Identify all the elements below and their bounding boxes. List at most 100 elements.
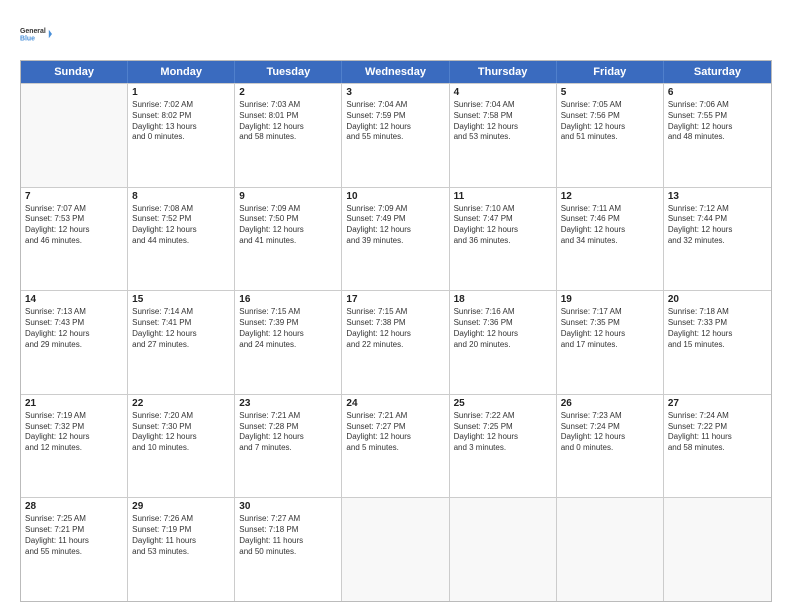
day-number: 23 [239, 398, 337, 409]
day-info: Sunrise: 7:25 AMSunset: 7:21 PMDaylight:… [25, 514, 123, 557]
day-info: Sunrise: 7:09 AMSunset: 7:49 PMDaylight:… [346, 204, 444, 247]
empty-cell [342, 498, 449, 601]
day-cell-5: 5 Sunrise: 7:05 AMSunset: 7:56 PMDaylight… [557, 84, 664, 187]
calendar-week-4: 21 Sunrise: 7:19 AMSunset: 7:32 PMDayligh… [21, 394, 771, 498]
day-number: 16 [239, 294, 337, 305]
day-cell-20: 20 Sunrise: 7:18 AMSunset: 7:33 PMDayligh… [664, 291, 771, 394]
day-info: Sunrise: 7:24 AMSunset: 7:22 PMDaylight:… [668, 411, 767, 454]
day-cell-18: 18 Sunrise: 7:16 AMSunset: 7:36 PMDayligh… [450, 291, 557, 394]
day-cell-21: 21 Sunrise: 7:19 AMSunset: 7:32 PMDayligh… [21, 395, 128, 498]
day-number: 6 [668, 87, 767, 98]
day-number: 21 [25, 398, 123, 409]
day-cell-2: 2 Sunrise: 7:03 AMSunset: 8:01 PMDaylight… [235, 84, 342, 187]
header-day-tuesday: Tuesday [235, 61, 342, 83]
day-number: 22 [132, 398, 230, 409]
day-number: 2 [239, 87, 337, 98]
day-info: Sunrise: 7:03 AMSunset: 8:01 PMDaylight:… [239, 100, 337, 143]
day-info: Sunrise: 7:21 AMSunset: 7:27 PMDaylight:… [346, 411, 444, 454]
calendar-week-1: 1 Sunrise: 7:02 AMSunset: 8:02 PMDaylight… [21, 83, 771, 187]
day-cell-29: 29 Sunrise: 7:26 AMSunset: 7:19 PMDayligh… [128, 498, 235, 601]
day-number: 19 [561, 294, 659, 305]
day-number: 26 [561, 398, 659, 409]
day-info: Sunrise: 7:02 AMSunset: 8:02 PMDaylight:… [132, 100, 230, 143]
day-info: Sunrise: 7:10 AMSunset: 7:47 PMDaylight:… [454, 204, 552, 247]
day-cell-25: 25 Sunrise: 7:22 AMSunset: 7:25 PMDayligh… [450, 395, 557, 498]
day-cell-24: 24 Sunrise: 7:21 AMSunset: 7:27 PMDayligh… [342, 395, 449, 498]
day-number: 10 [346, 191, 444, 202]
empty-cell [21, 84, 128, 187]
day-cell-27: 27 Sunrise: 7:24 AMSunset: 7:22 PMDayligh… [664, 395, 771, 498]
day-number: 8 [132, 191, 230, 202]
day-cell-10: 10 Sunrise: 7:09 AMSunset: 7:49 PMDayligh… [342, 188, 449, 291]
logo-svg: General Blue [20, 18, 52, 50]
day-info: Sunrise: 7:14 AMSunset: 7:41 PMDaylight:… [132, 307, 230, 350]
day-cell-8: 8Sunrise: 7:08 AMSunset: 7:52 PMDaylight… [128, 188, 235, 291]
day-number: 1 [132, 87, 230, 98]
day-number: 13 [668, 191, 767, 202]
header-day-thursday: Thursday [450, 61, 557, 83]
empty-cell [664, 498, 771, 601]
day-info: Sunrise: 7:21 AMSunset: 7:28 PMDaylight:… [239, 411, 337, 454]
day-info: Sunrise: 7:11 AMSunset: 7:46 PMDaylight:… [561, 204, 659, 247]
day-info: Sunrise: 7:20 AMSunset: 7:30 PMDaylight:… [132, 411, 230, 454]
day-info: Sunrise: 7:17 AMSunset: 7:35 PMDaylight:… [561, 307, 659, 350]
header-day-friday: Friday [557, 61, 664, 83]
header-day-sunday: Sunday [21, 61, 128, 83]
header-day-wednesday: Wednesday [342, 61, 449, 83]
svg-text:Blue: Blue [20, 35, 35, 42]
day-cell-30: 30Sunrise: 7:27 AMSunset: 7:18 PMDayligh… [235, 498, 342, 601]
day-cell-22: 22 Sunrise: 7:20 AMSunset: 7:30 PMDayligh… [128, 395, 235, 498]
page: General Blue SundayMondayTuesdayWednesda… [0, 0, 792, 612]
calendar: SundayMondayTuesdayWednesdayThursdayFrid… [20, 60, 772, 602]
day-number: 18 [454, 294, 552, 305]
day-number: 20 [668, 294, 767, 305]
day-info: Sunrise: 7:12 AMSunset: 7:44 PMDaylight:… [668, 204, 767, 247]
day-cell-1: 1 Sunrise: 7:02 AMSunset: 8:02 PMDaylight… [128, 84, 235, 187]
calendar-week-2: 7 Sunrise: 7:07 AMSunset: 7:53 PMDaylight… [21, 187, 771, 291]
day-cell-12: 12Sunrise: 7:11 AMSunset: 7:46 PMDayligh… [557, 188, 664, 291]
day-number: 25 [454, 398, 552, 409]
day-info: Sunrise: 7:22 AMSunset: 7:25 PMDaylight:… [454, 411, 552, 454]
day-number: 3 [346, 87, 444, 98]
day-cell-19: 19 Sunrise: 7:17 AMSunset: 7:35 PMDayligh… [557, 291, 664, 394]
calendar-header: SundayMondayTuesdayWednesdayThursdayFrid… [21, 61, 771, 83]
day-info: Sunrise: 7:19 AMSunset: 7:32 PMDaylight:… [25, 411, 123, 454]
day-info: Sunrise: 7:26 AMSunset: 7:19 PMDaylight:… [132, 514, 230, 557]
day-number: 15 [132, 294, 230, 305]
day-cell-13: 13 Sunrise: 7:12 AMSunset: 7:44 PMDayligh… [664, 188, 771, 291]
day-number: 28 [25, 501, 123, 512]
day-number: 7 [25, 191, 123, 202]
day-number: 24 [346, 398, 444, 409]
day-info: Sunrise: 7:09 AMSunset: 7:50 PMDaylight:… [239, 204, 337, 247]
day-info: Sunrise: 7:27 AMSunset: 7:18 PMDaylight:… [239, 514, 337, 557]
day-cell-14: 14Sunrise: 7:13 AMSunset: 7:43 PMDayligh… [21, 291, 128, 394]
day-cell-23: 23 Sunrise: 7:21 AMSunset: 7:28 PMDayligh… [235, 395, 342, 498]
day-number: 29 [132, 501, 230, 512]
day-number: 11 [454, 191, 552, 202]
day-info: Sunrise: 7:13 AMSunset: 7:43 PMDaylight:… [25, 307, 123, 350]
svg-text:General: General [20, 28, 46, 35]
logo: General Blue [20, 18, 52, 50]
day-cell-6: 6Sunrise: 7:06 AMSunset: 7:55 PMDaylight… [664, 84, 771, 187]
calendar-body: 1 Sunrise: 7:02 AMSunset: 8:02 PMDaylight… [21, 83, 771, 601]
header-day-monday: Monday [128, 61, 235, 83]
day-info: Sunrise: 7:05 AMSunset: 7:56 PMDaylight:… [561, 100, 659, 143]
day-number: 5 [561, 87, 659, 98]
empty-cell [450, 498, 557, 601]
day-info: Sunrise: 7:23 AMSunset: 7:24 PMDaylight:… [561, 411, 659, 454]
header: General Blue [20, 18, 772, 50]
day-info: Sunrise: 7:15 AMSunset: 7:38 PMDaylight:… [346, 307, 444, 350]
day-info: Sunrise: 7:04 AMSunset: 7:58 PMDaylight:… [454, 100, 552, 143]
day-number: 4 [454, 87, 552, 98]
day-number: 27 [668, 398, 767, 409]
day-cell-7: 7 Sunrise: 7:07 AMSunset: 7:53 PMDaylight… [21, 188, 128, 291]
day-info: Sunrise: 7:04 AMSunset: 7:59 PMDaylight:… [346, 100, 444, 143]
day-info: Sunrise: 7:16 AMSunset: 7:36 PMDaylight:… [454, 307, 552, 350]
calendar-week-5: 28 Sunrise: 7:25 AMSunset: 7:21 PMDayligh… [21, 497, 771, 601]
day-info: Sunrise: 7:18 AMSunset: 7:33 PMDaylight:… [668, 307, 767, 350]
day-cell-17: 17 Sunrise: 7:15 AMSunset: 7:38 PMDayligh… [342, 291, 449, 394]
day-number: 17 [346, 294, 444, 305]
day-info: Sunrise: 7:07 AMSunset: 7:53 PMDaylight:… [25, 204, 123, 247]
day-cell-26: 26 Sunrise: 7:23 AMSunset: 7:24 PMDayligh… [557, 395, 664, 498]
day-cell-11: 11 Sunrise: 7:10 AMSunset: 7:47 PMDayligh… [450, 188, 557, 291]
